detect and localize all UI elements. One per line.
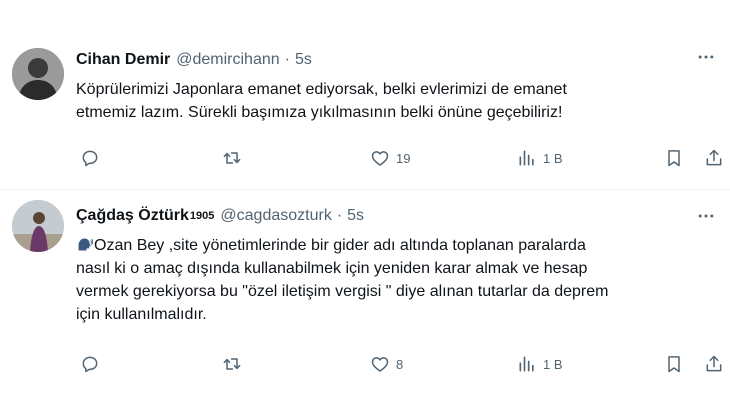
share-icon (704, 354, 724, 374)
tweet-text-line: nasıl ki o amaç dışında kullanabilmek iç… (76, 260, 588, 277)
tweet-text-line: Köprülerimizi Japonlara emanet ediyorsak… (76, 81, 567, 98)
author-name[interactable]: Çağdaş Öztürk (76, 207, 189, 225)
views-button[interactable]: 1 B (517, 146, 563, 170)
share-button[interactable] (704, 146, 724, 170)
tweet[interactable]: Cihan Demir @demircihann · 5s Köprülerim… (0, 0, 730, 190)
avatar[interactable] (12, 200, 64, 252)
share-icon (704, 148, 724, 168)
tweet-text-line: Ozan Bey ,site yönetimlerinde bir gider … (76, 234, 716, 257)
tweet-text-line: etmemiz lazım. Sürekli başımıza yıkılmas… (76, 104, 563, 121)
like-button[interactable]: 19 (370, 146, 410, 170)
tweet-text: Ozan Bey ,site yönetimlerinde bir gider … (76, 234, 716, 326)
tweet-text-line: için kullanılmalıdır. (76, 306, 207, 323)
tweet-header: Cihan Demir @demircihann · 5s (76, 49, 312, 71)
author-handle[interactable]: @cagdasozturk (220, 207, 331, 225)
reply-button[interactable] (80, 146, 100, 170)
retweet-button[interactable] (222, 352, 242, 376)
reply-icon (80, 148, 100, 168)
tweet-text-line-content: Ozan Bey ,site yönetimlerinde bir gider … (94, 237, 586, 254)
author-badge-number: 1905 (189, 210, 215, 222)
views-icon (517, 148, 537, 168)
bookmark-button[interactable] (664, 146, 684, 170)
share-button[interactable] (704, 352, 724, 376)
tweet-text: Köprülerimizi Japonlara emanet ediyorsak… (76, 78, 716, 124)
views-button[interactable]: 1 B (517, 352, 563, 376)
bookmark-icon (664, 354, 684, 374)
reply-button[interactable] (80, 352, 100, 376)
separator-dot: · (284, 51, 290, 68)
heart-icon (370, 148, 390, 168)
action-bar: 19 1 B (0, 146, 730, 170)
views-count: 1 B (543, 356, 563, 372)
timestamp[interactable]: 5s (295, 51, 312, 69)
action-bar: 8 1 B (0, 352, 730, 376)
tweet-divider (0, 189, 730, 190)
bookmark-button[interactable] (664, 352, 684, 376)
retweet-icon (222, 354, 242, 374)
bookmark-icon (664, 148, 684, 168)
separator-dot: · (336, 207, 343, 224)
heart-icon (370, 354, 390, 374)
views-count: 1 B (543, 150, 563, 166)
tweet-text-line: vermek gerekiyorsa bu "özel iletişim ver… (76, 283, 609, 300)
timestamp[interactable]: 5s (347, 207, 364, 225)
author-name[interactable]: Cihan Demir (76, 51, 170, 69)
like-button[interactable]: 8 (370, 352, 403, 376)
tweet-header: Çağdaş Öztürk 1905 @cagdasozturk · 5s (76, 205, 364, 227)
retweet-button[interactable] (222, 146, 242, 170)
author-handle[interactable]: @demircihann (176, 51, 279, 69)
more-icon[interactable] (696, 47, 716, 67)
views-icon (517, 354, 537, 374)
like-count: 19 (396, 150, 411, 166)
more-icon[interactable] (696, 206, 716, 226)
avatar[interactable] (12, 48, 64, 100)
retweet-icon (222, 148, 242, 168)
reply-icon (80, 354, 100, 374)
speaking-head-emoji-icon (76, 236, 94, 253)
like-count: 8 (396, 356, 404, 372)
